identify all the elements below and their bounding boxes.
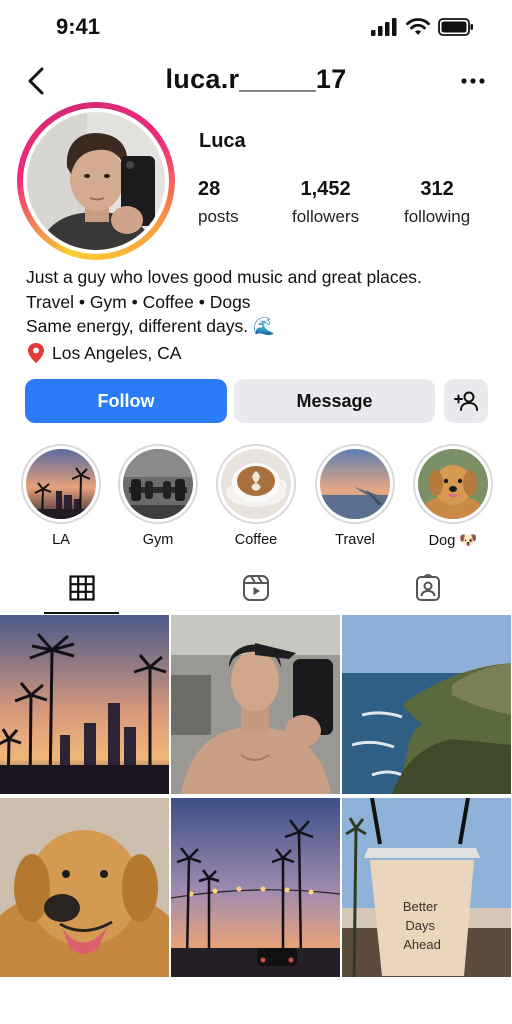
wifi-icon: [406, 18, 430, 35]
battery-icon: [438, 18, 473, 36]
reels-icon: [243, 575, 269, 601]
content-tabs: [0, 568, 512, 614]
location-pin-icon: [28, 342, 44, 363]
signal-icon: [371, 18, 397, 36]
stat-value: 1,452: [300, 178, 351, 200]
post-thumbnail-coast[interactable]: [342, 615, 511, 794]
message-button[interactable]: Message: [234, 379, 435, 423]
highlight-la[interactable]: LA: [21, 444, 101, 548]
tab-active-indicator: [44, 612, 119, 614]
highlight-image: [320, 449, 390, 519]
avatar: [27, 112, 165, 250]
suggest-people-button[interactable]: [444, 379, 488, 423]
header-username: luca.r_____17: [165, 64, 347, 94]
highlight-label: LA: [52, 532, 70, 548]
grid-icon: [69, 575, 95, 601]
story-ring[interactable]: [17, 102, 175, 260]
highlight-gym[interactable]: Gym: [118, 444, 198, 548]
stat-followers[interactable]: 1,452 followers: [292, 178, 359, 227]
display-name: Luca: [199, 130, 246, 152]
post-thumbnail-iced-coffee[interactable]: Better Days Ahead: [342, 798, 511, 977]
profile-header: luca.r_____17: [0, 56, 512, 106]
post-thumbnail-dog[interactable]: [0, 798, 169, 977]
stat-label: following: [404, 207, 471, 226]
bio: Just a guy who loves good music and grea…: [26, 265, 496, 365]
location-text: Los Angeles, CA: [52, 342, 182, 363]
stat-label: followers: [292, 207, 360, 226]
stat-posts[interactable]: 28 posts: [198, 178, 239, 227]
highlight-image: [221, 449, 291, 519]
stat-value: 28: [198, 178, 221, 200]
highlight-image: [26, 449, 96, 519]
highlight-label: Travel: [335, 532, 375, 548]
highlight-image: [123, 449, 193, 519]
highlight-label: Coffee: [234, 532, 278, 548]
bio-line: Travel • Gym • Coffee • Dogs: [26, 291, 251, 312]
more-options-icon[interactable]: [460, 68, 486, 94]
follow-button[interactable]: Follow: [25, 379, 227, 423]
bio-line: Just a guy who loves good music and grea…: [26, 267, 422, 287]
stat-value: 312: [420, 178, 454, 200]
tab-tagged[interactable]: [408, 568, 448, 608]
post-thumbnail-palms-sunset[interactable]: [0, 615, 169, 794]
post-thumbnail-street-palms[interactable]: [171, 798, 340, 977]
bio-location[interactable]: Los Angeles, CA: [26, 341, 496, 366]
post-thumbnail-gym-selfie[interactable]: [171, 615, 340, 794]
bio-line: Same energy, different days. 🌊: [26, 316, 275, 336]
tab-grid[interactable]: [62, 568, 102, 608]
highlight-travel[interactable]: Travel: [315, 444, 395, 548]
stat-following[interactable]: 312 following: [404, 178, 470, 227]
tagged-icon: [416, 574, 440, 601]
tab-reels[interactable]: [236, 568, 276, 608]
status-icons: [370, 18, 474, 36]
highlight-image: [418, 449, 488, 519]
highlight-dog[interactable]: Dog 🐶: [413, 444, 493, 549]
highlight-label: Dog 🐶: [428, 533, 478, 549]
highlight-coffee[interactable]: Coffee: [216, 444, 296, 548]
status-time: 9:41: [56, 14, 101, 39]
highlight-label: Gym: [142, 532, 174, 548]
stat-label: posts: [198, 207, 239, 226]
add-person-icon: [454, 391, 478, 411]
status-bar: 9:41: [0, 0, 512, 56]
cup-text: Better Days Ahead: [403, 899, 441, 952]
